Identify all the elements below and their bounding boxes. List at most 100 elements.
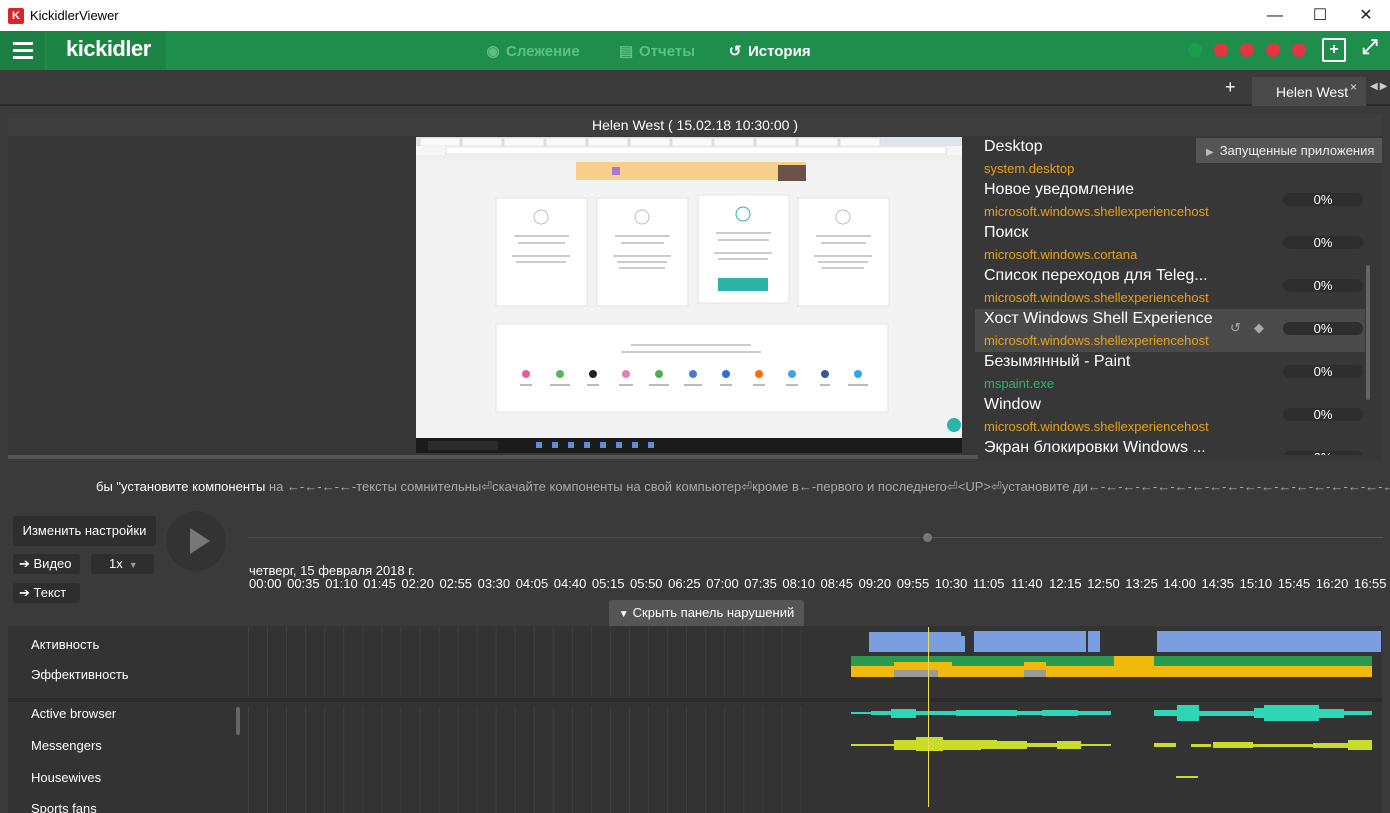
caret-right-icon: ▶ xyxy=(1206,147,1214,158)
speed-select[interactable]: 1x ▼ xyxy=(91,554,154,574)
add-tab-button[interactable]: + xyxy=(1225,77,1236,98)
messenger-bar xyxy=(1057,741,1081,749)
timeline-tick: 15:10 xyxy=(1239,576,1273,591)
fullscreen-icon[interactable]: ⤢ xyxy=(1358,37,1382,62)
status-dot[interactable] xyxy=(1292,43,1306,57)
app-row[interactable]: Хост Windows Shell Experience microsoft.… xyxy=(975,309,1365,352)
grid-line xyxy=(362,626,364,696)
tab-scroll-arrows[interactable]: ◀▶ xyxy=(1370,81,1389,92)
app-row[interactable]: Новое уведомление microsoft.windows.shel… xyxy=(975,180,1365,223)
screenshot-image xyxy=(416,137,962,453)
timeline-tick: 07:00 xyxy=(706,576,739,591)
app-row[interactable]: Безымянный - Paint mspaint.exe 0% xyxy=(975,352,1365,395)
history-icon[interactable]: ↺ xyxy=(1230,320,1241,336)
messenger-bar xyxy=(916,737,943,751)
timeline-tick: 16:55 xyxy=(1353,576,1387,591)
efficiency-bar xyxy=(894,662,952,666)
grid-line xyxy=(571,626,573,696)
grid-line xyxy=(305,706,307,813)
hide-violations-button[interactable]: ▼ Скрыть панель нарушений xyxy=(609,600,804,626)
grid-line xyxy=(267,706,269,813)
row-label-browser: Active browser xyxy=(31,706,117,721)
messenger-bar xyxy=(1313,743,1348,748)
timeline-tick: 06:25 xyxy=(668,576,701,591)
running-apps-button[interactable]: ▶ Запущенные приложения xyxy=(1196,138,1382,163)
grid-line xyxy=(514,626,516,696)
eye-icon: ◉ xyxy=(486,43,500,60)
grid-line xyxy=(648,706,650,813)
grid-line xyxy=(343,706,345,813)
minimize-button[interactable]: — xyxy=(1252,0,1298,31)
activity-bar xyxy=(869,632,961,652)
status-dot[interactable] xyxy=(1266,43,1280,57)
app-row[interactable]: Window microsoft.windows.shellexperience… xyxy=(975,395,1365,438)
browser-bar xyxy=(891,709,916,718)
grid-line xyxy=(762,706,764,813)
user-tab[interactable]: Helen West xyxy=(1252,77,1366,106)
document-icon: ▤ xyxy=(619,43,634,60)
violations-scrollbar[interactable] xyxy=(236,707,240,735)
grid-line xyxy=(381,706,383,813)
grid-line xyxy=(381,626,383,696)
play-button[interactable] xyxy=(166,511,226,571)
app-process: microsoft.windows.cortana xyxy=(984,247,1138,262)
window-titlebar: K KickidlerViewer — ☐ ✕ xyxy=(0,0,1390,31)
change-settings-button[interactable]: Изменить настройки xyxy=(13,516,156,546)
timeline-tick: 00:00 xyxy=(249,576,282,591)
grid-line xyxy=(495,626,497,696)
app-row[interactable]: Список переходов для Teleg... microsoft.… xyxy=(975,266,1365,309)
menu-icon[interactable] xyxy=(0,31,45,70)
grid-line xyxy=(800,626,802,696)
logo: kickidler xyxy=(66,36,151,61)
grid-line xyxy=(743,706,745,813)
timeline-tick: 01:45 xyxy=(363,576,396,591)
timeline-tick: 08:10 xyxy=(782,576,815,591)
status-dot[interactable] xyxy=(1214,43,1228,57)
row-label-housewives: Housewives xyxy=(31,770,102,785)
app-row[interactable]: Поиск microsoft.windows.cortana 0% xyxy=(975,223,1365,266)
timeline-cursor xyxy=(928,627,929,807)
text-toggle[interactable]: ➔ Текст xyxy=(13,583,80,603)
tab-tracking[interactable]: ◉ Слежение xyxy=(486,42,579,60)
viewer-title: Helen West ( 15.02.18 10:30:00 ) xyxy=(8,114,1382,136)
grid-line xyxy=(419,626,421,696)
grid-line xyxy=(324,626,326,696)
add-window-icon[interactable]: + xyxy=(1322,38,1346,62)
grid-line xyxy=(400,706,402,813)
tab-bar xyxy=(0,70,1390,106)
progress-handle[interactable] xyxy=(923,533,932,542)
close-tab-icon[interactable]: × xyxy=(1350,80,1357,94)
viewer-scrollbar[interactable] xyxy=(8,455,978,459)
app-percent: 0% xyxy=(1283,408,1363,421)
status-dot[interactable] xyxy=(1188,43,1202,57)
app-percent: 0% xyxy=(1283,279,1363,292)
app-process: system.desktop xyxy=(984,161,1075,176)
efficiency-bar xyxy=(1114,656,1154,666)
apps-scrollbar[interactable] xyxy=(1366,265,1370,400)
tab-reports[interactable]: ▤ Отчеты xyxy=(619,42,695,60)
efficiency-bar xyxy=(894,670,938,677)
grid-line xyxy=(705,706,707,813)
efficiency-bar xyxy=(1024,662,1046,666)
keylog-rest: на ←-←-←-←-тексты сомнительны⏎скачайте к… xyxy=(265,479,1390,494)
browser-bar xyxy=(1154,710,1177,716)
keylog-current: бы "установите компоненты xyxy=(96,479,266,494)
grid-line xyxy=(552,626,554,696)
messenger-bar xyxy=(981,740,997,749)
timeline-tick: 14:00 xyxy=(1163,576,1196,591)
tab-history[interactable]: ↺ История xyxy=(728,42,811,60)
browser-bar xyxy=(1017,711,1042,715)
app-percent: 0% xyxy=(1283,236,1363,249)
maximize-button[interactable]: ☐ xyxy=(1297,0,1343,31)
app-row[interactable]: Экран блокировки Windows ... 0% xyxy=(975,438,1365,455)
activity-bar xyxy=(961,636,965,652)
status-dot[interactable] xyxy=(1240,43,1254,57)
close-window-button[interactable]: ✕ xyxy=(1343,0,1389,31)
tag-icon[interactable]: ◆ xyxy=(1254,320,1264,336)
video-toggle[interactable]: ➔ Видео xyxy=(13,554,80,574)
housewives-bar xyxy=(1176,776,1198,778)
app-process: mspaint.exe xyxy=(984,376,1055,391)
timeline-tick: 02:20 xyxy=(401,576,434,591)
grid-line xyxy=(476,706,478,813)
grid-line xyxy=(438,626,440,696)
